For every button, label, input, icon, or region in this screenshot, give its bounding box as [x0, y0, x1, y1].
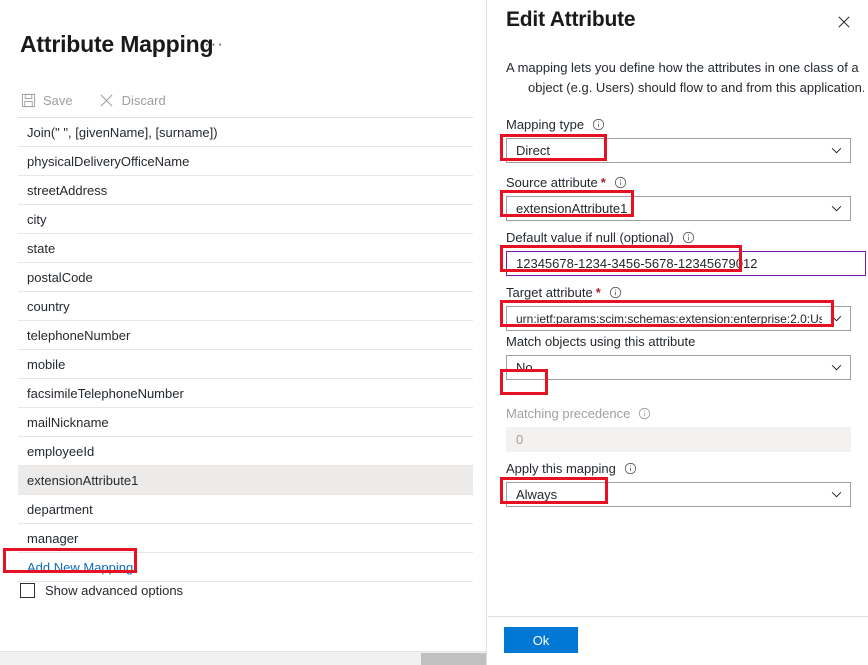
apply-mapping-value: Always: [516, 487, 558, 502]
field-mapping-type: Mapping type Direct: [506, 115, 851, 163]
list-item[interactable]: department: [18, 495, 473, 524]
discard-button-label: Discard: [121, 92, 166, 108]
save-button[interactable]: Save: [18, 90, 83, 110]
field-label-source-attribute: Source attribute *: [506, 173, 851, 191]
field-target-attribute: Target attribute * urn:ietf:params:scim:…: [506, 283, 851, 331]
chevron-down-icon[interactable]: [822, 356, 850, 379]
field-default-value: Default value if null (optional) 1234567…: [506, 228, 866, 276]
field-label-apply-mapping: Apply this mapping: [506, 459, 851, 477]
default-value-input[interactable]: 12345678-1234-3456-5678-12345679012: [506, 251, 866, 276]
panel-description-line1: A mapping lets you define how the attrib…: [506, 60, 859, 75]
scrollbar-thumb[interactable]: [421, 653, 486, 665]
list-item[interactable]: physicalDeliveryOfficeName: [18, 147, 473, 176]
info-icon[interactable]: [592, 118, 605, 131]
info-icon[interactable]: [638, 407, 651, 420]
panel-title: Edit Attribute: [506, 8, 636, 31]
panel-description-line2: object (e.g. Users) should flow to and f…: [528, 80, 864, 95]
list-item[interactable]: state: [18, 234, 473, 263]
source-attribute-select[interactable]: extensionAttribute1: [506, 196, 851, 221]
horizontal-scrollbar[interactable]: [0, 651, 486, 665]
list-item[interactable]: employeeId: [18, 437, 473, 466]
command-bar: Save Discard: [18, 88, 176, 112]
target-attribute-value: urn:ietf:params:scim:schemas:extension:e…: [516, 311, 822, 326]
field-matching-precedence: Matching precedence 0: [506, 404, 851, 452]
target-attribute-select[interactable]: urn:ietf:params:scim:schemas:extension:e…: [506, 306, 851, 331]
info-icon[interactable]: [624, 462, 637, 475]
list-item[interactable]: postalCode: [18, 263, 473, 292]
panel-description: A mapping lets you define how the attrib…: [506, 58, 864, 98]
matching-precedence-value: 0: [516, 432, 524, 447]
field-apply-mapping: Apply this mapping Always: [506, 459, 851, 507]
field-label-match-objects: Match objects using this attribute: [506, 333, 696, 349]
field-source-attribute: Source attribute * extensionAttribute1: [506, 173, 851, 221]
field-label-matching-precedence: Matching precedence: [506, 404, 851, 422]
match-objects-value: No: [516, 360, 533, 375]
field-match-objects: Match objects using this attribute No: [506, 332, 851, 380]
save-button-label: Save: [43, 92, 73, 108]
panel-footer-divider: [488, 616, 868, 617]
required-asterisk: *: [595, 284, 601, 300]
add-new-mapping-link[interactable]: Add New Mapping: [18, 553, 473, 582]
info-icon[interactable]: [682, 231, 695, 244]
field-label-default-value: Default value if null (optional): [506, 228, 866, 246]
default-value-text: 12345678-1234-3456-5678-12345679012: [516, 256, 758, 271]
checkbox-box[interactable]: [20, 583, 35, 598]
list-item[interactable]: country: [18, 292, 473, 321]
chevron-down-icon[interactable]: [822, 483, 850, 506]
list-item[interactable]: telephoneNumber: [18, 321, 473, 350]
mapping-type-value: Direct: [516, 143, 550, 158]
close-icon[interactable]: [834, 12, 854, 32]
list-item[interactable]: manager: [18, 524, 473, 553]
chevron-down-icon[interactable]: [822, 139, 850, 162]
list-item-selected[interactable]: extensionAttribute1: [18, 466, 473, 495]
list-item[interactable]: mobile: [18, 350, 473, 379]
info-icon[interactable]: [614, 176, 627, 189]
show-advanced-options-label: Show advanced options: [45, 583, 184, 598]
list-item[interactable]: city: [18, 205, 473, 234]
mapping-type-select[interactable]: Direct: [506, 138, 851, 163]
save-icon: [20, 92, 36, 108]
source-attribute-value: extensionAttribute1: [516, 201, 628, 216]
list-item[interactable]: streetAddress: [18, 176, 473, 205]
ok-button[interactable]: Ok: [504, 627, 578, 653]
show-advanced-options-checkbox[interactable]: Show advanced options: [20, 583, 183, 598]
required-asterisk: *: [600, 174, 606, 190]
list-item[interactable]: Join(" ", [givenName], [surname]): [18, 118, 473, 147]
field-label-target-attribute: Target attribute *: [506, 283, 851, 301]
discard-icon: [99, 92, 115, 108]
page-title: Attribute Mapping: [20, 31, 214, 57]
matching-precedence-input: 0: [506, 427, 851, 452]
attribute-mapping-list: Join(" ", [givenName], [surname]) physic…: [18, 118, 473, 582]
apply-mapping-select[interactable]: Always: [506, 482, 851, 507]
list-item[interactable]: mailNickname: [18, 408, 473, 437]
chevron-down-icon[interactable]: [822, 197, 850, 220]
discard-button[interactable]: Discard: [97, 90, 176, 110]
more-options-icon[interactable]: ···: [204, 34, 224, 54]
edit-attribute-panel: Edit Attribute A mapping lets you define…: [488, 0, 868, 665]
field-label-mapping-type: Mapping type: [506, 115, 851, 133]
match-objects-select[interactable]: No: [506, 355, 851, 380]
info-icon[interactable]: [609, 286, 622, 299]
attribute-mapping-pane: Attribute Mapping ··· Save Discard Join(…: [0, 0, 487, 665]
list-item[interactable]: facsimileTelephoneNumber: [18, 379, 473, 408]
chevron-down-icon[interactable]: [822, 307, 850, 330]
